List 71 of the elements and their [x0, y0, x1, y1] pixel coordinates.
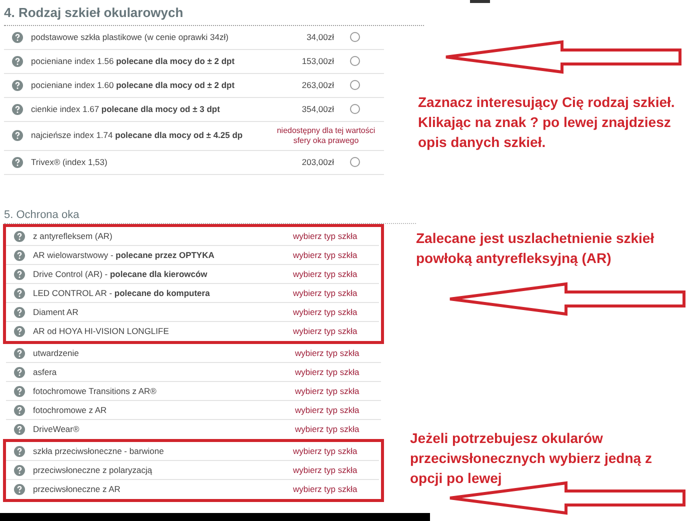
- unavailable-note: niedostępny dla tej wartości sfery oka prawego: [276, 126, 376, 146]
- section-heading: 5. Ochrona oka: [4, 206, 416, 224]
- option-name: asfera: [33, 366, 58, 378]
- option-name: szkła przeciwsłoneczne - barwione: [33, 444, 165, 458]
- help-icon[interactable]: [14, 268, 25, 280]
- price: 263,00zł: [300, 78, 334, 92]
- annotation-text: Jeżeli potrzebujesz okularów przeciwsłonecznych wybierz jedną z opcji po lewej: [410, 429, 653, 488]
- lens-name: pocieniane index 1.60 polecane dla mocy od ± 2 dpt: [31, 78, 236, 92]
- annotation-text: Zalecane jest uszlachetnienie szkieł powłoką antyrefleksyjną (AR): [416, 229, 656, 268]
- option-name: przeciwsłoneczne z polaryzacją: [33, 464, 154, 476]
- option-name: AR od HOYA HI-VISION LONGLIFE: [33, 325, 170, 338]
- help-icon[interactable]: [14, 386, 25, 396]
- option-name: przeciwsłoneczne z AR: [33, 483, 122, 496]
- status-link[interactable]: wybierz typ szkła: [295, 366, 381, 378]
- help-icon[interactable]: [14, 464, 25, 476]
- option-name: Diament AR: [33, 306, 80, 318]
- status-link[interactable]: wybierz typ szkła: [293, 306, 379, 318]
- option-name: z antyrefleksem (AR): [33, 230, 114, 242]
- help-icon[interactable]: [14, 446, 25, 456]
- lens-name: cienkie index 1.67 polecane dla mocy od ± 3 dpt: [31, 102, 221, 116]
- price: 203,00zł: [300, 156, 334, 168]
- lens-name: Trivex® (index 1,53): [31, 156, 108, 168]
- help-icon[interactable]: [14, 404, 25, 416]
- help-icon[interactable]: [12, 156, 23, 168]
- option-name: Drive Control (AR) - polecane dla kierowców: [33, 268, 208, 280]
- status-link[interactable]: wybierz typ szkła: [295, 346, 381, 360]
- help-icon[interactable]: [12, 56, 23, 66]
- status-link[interactable]: wybierz typ szkła: [293, 483, 379, 496]
- price: 34,00zł: [306, 30, 334, 44]
- status-link[interactable]: wybierz typ szkła: [293, 268, 379, 280]
- status-link[interactable]: wybierz typ szkła: [295, 384, 381, 398]
- status-link[interactable]: wybierz typ szkła: [293, 444, 379, 458]
- lens-name: pocieniane index 1.56 polecane dla mocy do ± 2 dpt: [31, 54, 236, 68]
- status-link[interactable]: wybierz typ szkła: [293, 248, 379, 262]
- option-name: DriveWear®: [33, 423, 80, 436]
- help-icon[interactable]: [14, 424, 25, 435]
- option-name: LED CONTROL AR - polecane do komputera: [33, 286, 211, 300]
- status-link[interactable]: wybierz typ szkła: [293, 325, 379, 338]
- annotation-text: Zaznacz interesujący Cię rodzaj szkieł. Klikając na znak ? po lewej znajdziesz opis danych szkieł.: [418, 93, 676, 152]
- help-icon[interactable]: [14, 484, 25, 495]
- help-icon[interactable]: [14, 306, 25, 318]
- radio-button[interactable]: [350, 104, 360, 114]
- section-heading: 4. Rodzaj szkieł okularowych: [4, 3, 424, 26]
- status-link[interactable]: wybierz typ szkła: [293, 286, 379, 300]
- help-icon[interactable]: [14, 288, 25, 298]
- lens-name: najcieńsze index 1.74 polecane dla mocy od ± 4.25 dp: [31, 129, 244, 142]
- option-name: utwardzenie: [33, 346, 80, 360]
- radio-button[interactable]: [350, 80, 360, 90]
- price: 354,00zł: [300, 102, 334, 116]
- lens-name: podstawowe szkła plastikowe (w cenie oprawki 34zł): [31, 30, 230, 44]
- top-mark: [470, 0, 490, 3]
- option-name: fotochromowe z AR: [33, 404, 108, 416]
- option-name: fotochromowe Transitions z AR®: [33, 384, 158, 398]
- help-icon[interactable]: [14, 348, 25, 358]
- status-link[interactable]: wybierz typ szkła: [293, 230, 379, 242]
- radio-button[interactable]: [350, 157, 360, 167]
- help-icon[interactable]: [14, 326, 25, 337]
- help-icon[interactable]: [12, 80, 23, 90]
- help-icon[interactable]: [12, 32, 23, 42]
- help-icon[interactable]: [12, 130, 23, 141]
- price: 153,00zł: [300, 54, 334, 68]
- help-icon[interactable]: [14, 230, 25, 242]
- help-icon[interactable]: [14, 250, 25, 260]
- radio-button[interactable]: [350, 32, 360, 42]
- help-icon[interactable]: [14, 366, 25, 378]
- status-link[interactable]: wybierz typ szkła: [295, 423, 381, 436]
- status-link[interactable]: wybierz typ szkła: [293, 464, 379, 476]
- radio-button[interactable]: [350, 56, 360, 66]
- status-link[interactable]: wybierz typ szkła: [295, 404, 381, 416]
- option-name: AR wielowarstwowy - polecane przez OPTYKA: [33, 248, 216, 262]
- help-icon[interactable]: [12, 104, 23, 114]
